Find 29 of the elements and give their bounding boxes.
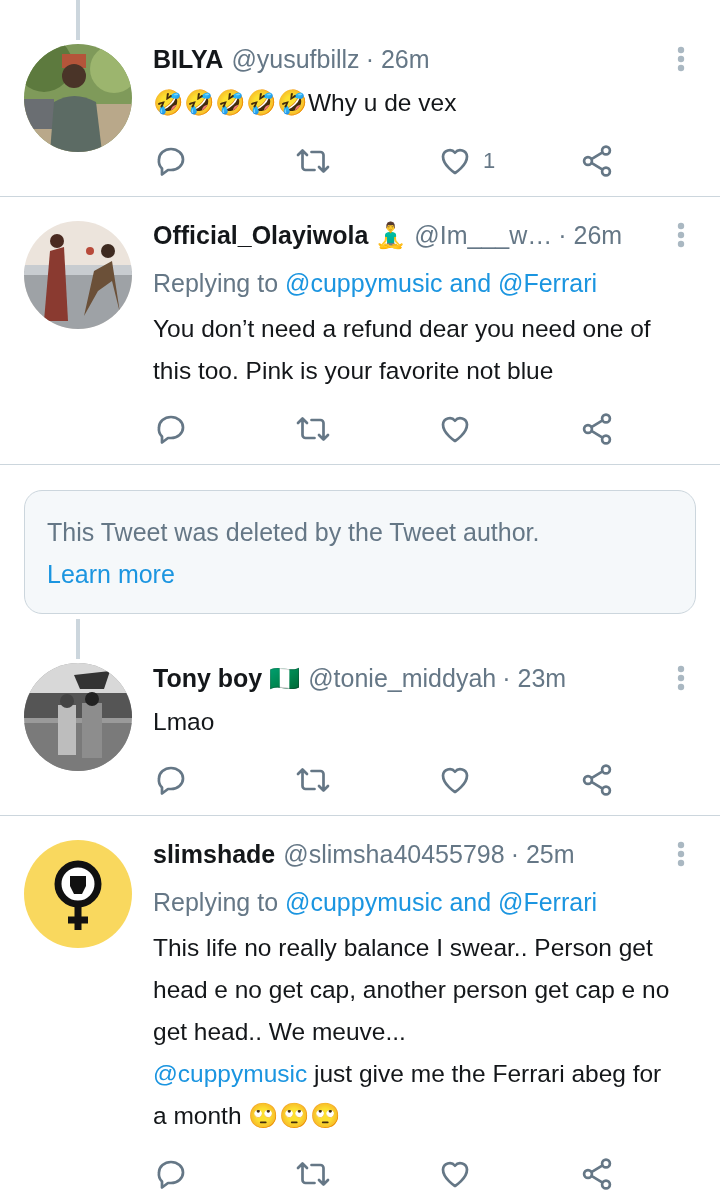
timestamp: · 23m (502, 663, 567, 693)
user-name: slimshade (153, 839, 276, 869)
user-name: BILYA (153, 44, 224, 74)
timestamp: · 25m (510, 839, 575, 869)
more-icon (677, 841, 685, 867)
replying-to-label: Replying to (153, 888, 279, 916)
tweet-text: This life no really balance I swear.. Person get head e no get cap, another person get cap e no get head.. We meuve... @cuppymusic just give me the Ferrari abeg for a month 🙄🙄🙄 (153, 933, 671, 1131)
tweet-text: Lmao (153, 707, 216, 737)
replying-to-label: Replying to (153, 269, 279, 297)
user-handle: @yusufbillz (231, 44, 360, 74)
mention-link[interactable]: @cuppymusic (153, 1060, 308, 1087)
learn-more-link[interactable]: Learn more (47, 553, 175, 595)
tweet-text: You don’t need a refund dear you need one of this too. Pink is your favorite not blue (153, 314, 652, 386)
mention-link[interactable]: @cuppymusic and @Ferrari (285, 888, 598, 916)
notice-text: This Tweet was deleted by the Tweet author. (47, 517, 540, 548)
user-handle: @tonie_middyah (308, 663, 497, 693)
user-handle: @Im___w… (414, 220, 553, 250)
tweet-text: 🤣🤣🤣🤣🤣Why u de vex (153, 88, 458, 118)
timestamp: · 26m (365, 44, 430, 74)
user-handle: @slimsha40455798 (283, 839, 505, 869)
timestamp: · 26m (558, 220, 623, 250)
more-icon (677, 46, 685, 72)
more-icon (677, 222, 685, 248)
like-button[interactable]: 1 (437, 143, 579, 179)
user-name: Official_Olayiwola 🧘‍♂ (153, 220, 407, 250)
more-icon (677, 665, 685, 691)
user-name: Tony boy 🇳🇬 (153, 663, 301, 693)
fist-symbol-icon (24, 840, 132, 948)
mention-link[interactable]: @cuppymusic and @Ferrari (285, 269, 598, 297)
